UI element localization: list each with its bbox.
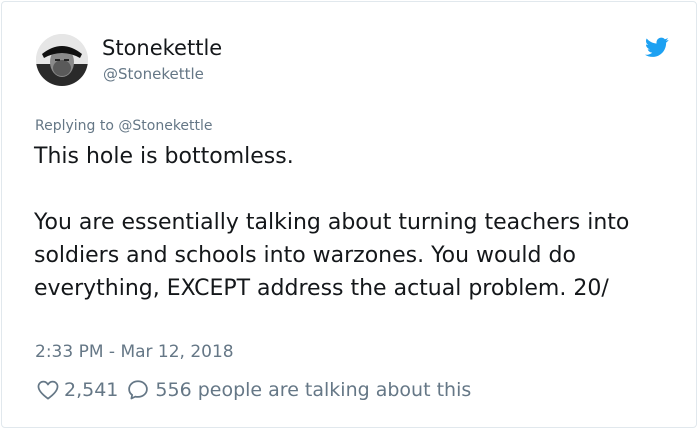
author-display-name[interactable]: Stonekettle [102, 36, 222, 60]
speech-bubble-icon[interactable] [127, 379, 149, 401]
author-handle[interactable]: @Stonekettle [103, 65, 204, 83]
replying-to-line: Replying to @Stonekettle [35, 118, 213, 134]
engagement-bar: 2,541 556 people are talking about this [37, 376, 471, 404]
tweet-paragraph: This hole is bottomless. [34, 144, 294, 169]
avatar-image [36, 34, 88, 86]
tweet-paragraph: You are essentially talking about turnin… [34, 210, 630, 301]
like-count[interactable]: 2,541 [64, 379, 118, 401]
twitter-bird-icon[interactable] [645, 37, 669, 58]
conversation-count[interactable]: 556 people are talking about this [155, 379, 471, 401]
avatar[interactable] [36, 34, 88, 86]
tweet-timestamp[interactable]: 2:33 PM - Mar 12, 2018 [35, 342, 234, 362]
heart-icon[interactable] [37, 380, 59, 400]
tweet-text: This hole is bottomless. You are essenti… [34, 140, 674, 305]
embedded-tweet-card: Stonekettle @Stonekettle Replying to @St… [1, 1, 697, 428]
replying-to-handle[interactable]: @Stonekettle [118, 118, 212, 134]
replying-to-label: Replying to [35, 118, 119, 134]
